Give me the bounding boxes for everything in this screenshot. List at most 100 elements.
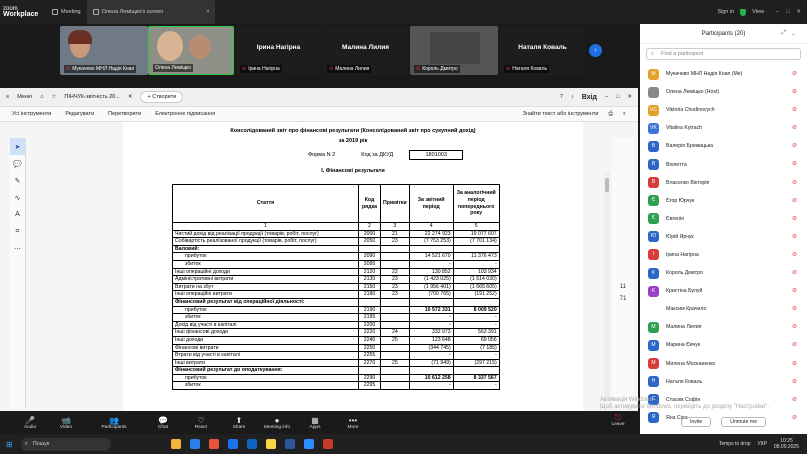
participant-item[interactable]: Максим Крачило ⊘ bbox=[640, 300, 807, 318]
table-cell bbox=[408, 244, 454, 254]
cursor-icon[interactable]: ➤ bbox=[10, 138, 25, 155]
maximize-icon[interactable]: □ bbox=[616, 94, 619, 100]
participant-search[interactable]: ⌕ Find a participant bbox=[646, 48, 801, 60]
table-cell: 3 bbox=[380, 222, 410, 231]
participant-item[interactable]: М Марина Євчук ⊘ bbox=[640, 336, 807, 354]
table-row: Інші операційні витрати 2180 23 (700 765) (1… bbox=[172, 290, 500, 299]
participant-item[interactable]: VK Vitalina Kytrach ⊘ bbox=[640, 119, 807, 137]
popout-icon[interactable]: ⤢⌄ bbox=[781, 30, 801, 37]
help-icon[interactable]: ? bbox=[560, 94, 563, 100]
home-icon[interactable]: ⌂ bbox=[40, 94, 43, 100]
participant-item[interactable]: М Милена Москаненко ⊘ bbox=[640, 355, 807, 373]
tab-meeting[interactable]: Meeting bbox=[46, 0, 87, 24]
participant-item[interactable]: Є Євгенія ⊘ bbox=[640, 210, 807, 228]
participant-name: Vitalina Kytrach bbox=[666, 125, 702, 132]
video-tile[interactable]: Ірина Нагірна ⊘ Ірина Нагірна bbox=[236, 26, 321, 75]
app-icon[interactable] bbox=[227, 439, 238, 449]
comment-icon[interactable]: 💬 bbox=[10, 155, 25, 172]
toolbar-apps-button[interactable]: ▦ Apps bbox=[296, 416, 334, 430]
app-icon[interactable] bbox=[284, 439, 295, 449]
lang-indicator[interactable]: УКР bbox=[758, 441, 767, 447]
video-tile[interactable]: Наталя Коваль ⊘ Наталя Коваль bbox=[500, 26, 585, 75]
scrollbar[interactable] bbox=[604, 172, 610, 402]
app-icon[interactable] bbox=[189, 439, 200, 449]
create-button[interactable]: + Створити bbox=[140, 91, 184, 103]
close-icon[interactable]: ✕ bbox=[627, 94, 632, 100]
participant-item[interactable]: В Валерія Брежицька ⊘ bbox=[640, 137, 807, 155]
toolbar-chat-button[interactable]: 💬 Chat bbox=[144, 416, 182, 430]
video-tile[interactable]: Малина Лилия ⊘ Малина Лилия bbox=[323, 26, 408, 75]
participant-item[interactable]: Олена Леміщко (Host) ⊘ bbox=[640, 83, 807, 101]
table-cell: 2000 bbox=[358, 229, 381, 239]
find-tools[interactable]: Знайти текст або інструменти bbox=[523, 111, 599, 118]
toolbar-more-button[interactable]: ••• More bbox=[334, 416, 372, 430]
participant-item[interactable]: Н Наталя Коваль ⊘ bbox=[640, 373, 807, 391]
participant-item[interactable]: М Малина Лилия ⊘ bbox=[640, 318, 807, 336]
tab-shared-screen[interactable]: Олена Леміщко's screen × bbox=[86, 0, 216, 24]
draw-icon[interactable]: ∿ bbox=[10, 189, 25, 206]
doc-tab[interactable]: ПІНЧУК-звітність 20... bbox=[64, 94, 119, 100]
toolbar-audio-button[interactable]: 🎤 Audio bbox=[12, 416, 48, 430]
bell-icon[interactable]: ♪ bbox=[571, 94, 574, 100]
unmute-button[interactable]: Unmute me bbox=[721, 417, 767, 427]
app-icon[interactable] bbox=[265, 439, 276, 449]
table-cell: (7 701 134) bbox=[452, 237, 500, 246]
participant-item[interactable]: Є Єгор Юрчук ⊘ bbox=[640, 192, 807, 210]
more-icon[interactable]: ⋯ bbox=[10, 240, 25, 257]
clock[interactable]: 10:25 08.09.2025 bbox=[774, 438, 799, 450]
close-tab-icon[interactable]: ✕ bbox=[128, 94, 133, 100]
app-icon[interactable] bbox=[246, 439, 257, 449]
table-row: Інші доходи 2240 25 123 648 69 056 bbox=[172, 335, 500, 345]
taskbar-search[interactable]: ⌕ Пошук bbox=[20, 437, 111, 451]
toolbar-participants-button[interactable]: 👥 Participants bbox=[84, 416, 144, 430]
signin-link[interactable]: Sign in bbox=[717, 9, 734, 15]
close-icon[interactable]: ✕ bbox=[796, 9, 801, 15]
participant-item[interactable]: К Кристіна Булуй ⊘ bbox=[640, 282, 807, 300]
participant-item[interactable]: Ю Юрій Ярчук ⊘ bbox=[640, 228, 807, 246]
stamp-icon[interactable]: ⌗ bbox=[10, 223, 25, 240]
next-page-icon[interactable]: › bbox=[589, 44, 602, 57]
app-icon[interactable] bbox=[322, 439, 333, 449]
view-button[interactable]: View bbox=[752, 9, 764, 15]
toolbar-meeting-info-button[interactable]: ● Meeting info bbox=[258, 416, 296, 430]
minimize-icon[interactable]: – bbox=[605, 94, 608, 100]
table-cell: 2095 bbox=[358, 259, 381, 269]
menu-esign[interactable]: Електронне підписання bbox=[155, 111, 215, 117]
table-cell: (1 665 605) bbox=[452, 282, 500, 292]
star-icon[interactable]: ☆ bbox=[51, 94, 56, 100]
signin-button[interactable]: Вхід bbox=[582, 94, 597, 101]
menu-all-tools[interactable]: Усі інструменти bbox=[12, 111, 51, 117]
toolbar-video-button[interactable]: 📹 Video bbox=[48, 416, 84, 430]
minimize-icon[interactable]: – bbox=[776, 9, 779, 15]
participant-item[interactable]: І Ірина Нагірна ⊘ bbox=[640, 246, 807, 264]
windows-start-icon[interactable]: ⊞ bbox=[6, 440, 13, 449]
video-tile[interactable]: ⊘ Король Дмитро bbox=[410, 26, 498, 75]
maximize-icon[interactable]: □ bbox=[786, 9, 789, 15]
search-icon[interactable]: ⌕ bbox=[623, 111, 626, 118]
toolbar-react-button[interactable]: ♡ React bbox=[182, 416, 220, 430]
leave-button[interactable]: ⎋ Leave bbox=[598, 413, 638, 427]
hamburger-icon[interactable]: ≡ bbox=[6, 94, 9, 100]
video-tile[interactable]: ⊘ Мукачево МНЛ Надія Кнап bbox=[60, 26, 148, 75]
text-icon[interactable]: A bbox=[10, 206, 25, 223]
pen-icon[interactable]: ✎ bbox=[10, 172, 25, 189]
app-icon[interactable] bbox=[170, 439, 181, 449]
menu-edit[interactable]: Редагувати bbox=[65, 111, 94, 117]
table-row: Інші витрати 2270 25 (71 949) (297 215) bbox=[172, 358, 500, 368]
table-cell: - bbox=[452, 259, 500, 269]
invite-button[interactable]: Invite bbox=[680, 417, 712, 427]
app-icon[interactable] bbox=[208, 439, 219, 449]
participant-item[interactable]: В Власенко Вікторія ⊘ bbox=[640, 174, 807, 192]
video-tile-active[interactable]: Олена Леміщко bbox=[148, 26, 234, 75]
menu-convert[interactable]: Перетворити bbox=[108, 111, 141, 117]
table-cell: Втрати від участі в капіталі bbox=[172, 351, 359, 360]
menu-button[interactable]: Меню bbox=[17, 94, 32, 100]
participant-item[interactable]: К Король Дмитро ⊘ bbox=[640, 264, 807, 282]
participant-item[interactable]: VC Viktoria Chudinovych ⊘ bbox=[640, 101, 807, 119]
app-icon[interactable] bbox=[303, 439, 314, 449]
participant-item[interactable]: В Віолетта ⊘ bbox=[640, 155, 807, 173]
table-cell: Собівартість реалізованої продукції (тов… bbox=[172, 237, 359, 246]
toolbar-share-button[interactable]: ⬆ Share bbox=[220, 416, 258, 430]
print-icon[interactable]: ⎙ bbox=[609, 111, 613, 118]
participant-item[interactable]: М Мукачево МНЛ Надія Кнап (Me) ⊘ bbox=[640, 65, 807, 83]
